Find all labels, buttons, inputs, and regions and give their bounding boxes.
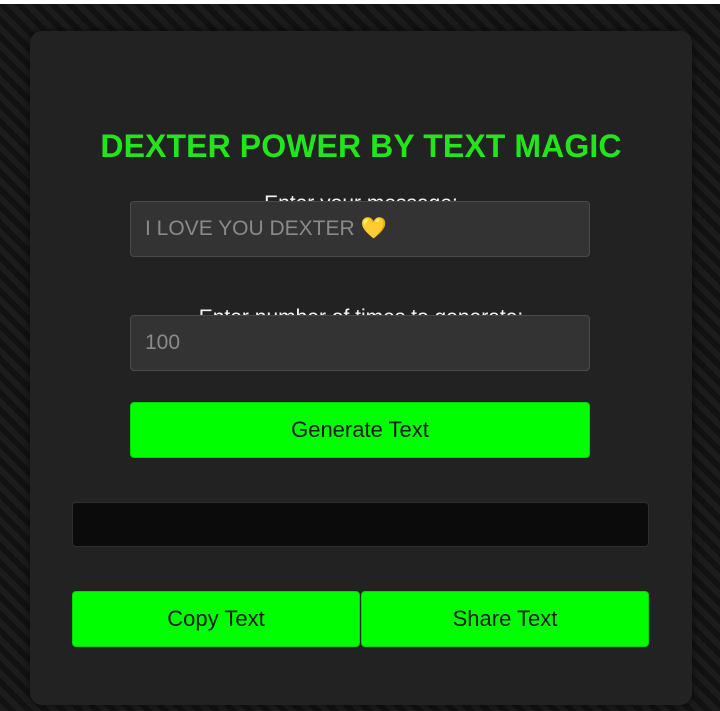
generator-card: DEXTER POWER BY TEXT MAGIC Enter your me… (30, 31, 692, 705)
generate-text-button[interactable]: Generate Text (130, 402, 590, 458)
output-text-area[interactable] (72, 502, 649, 547)
share-text-button[interactable]: Share Text (361, 591, 649, 647)
copy-text-button[interactable]: Copy Text (72, 591, 360, 647)
top-status-strip (0, 0, 720, 4)
page-title: DEXTER POWER BY TEXT MAGIC (100, 128, 622, 164)
count-input[interactable] (130, 315, 590, 371)
message-input[interactable] (130, 201, 590, 257)
